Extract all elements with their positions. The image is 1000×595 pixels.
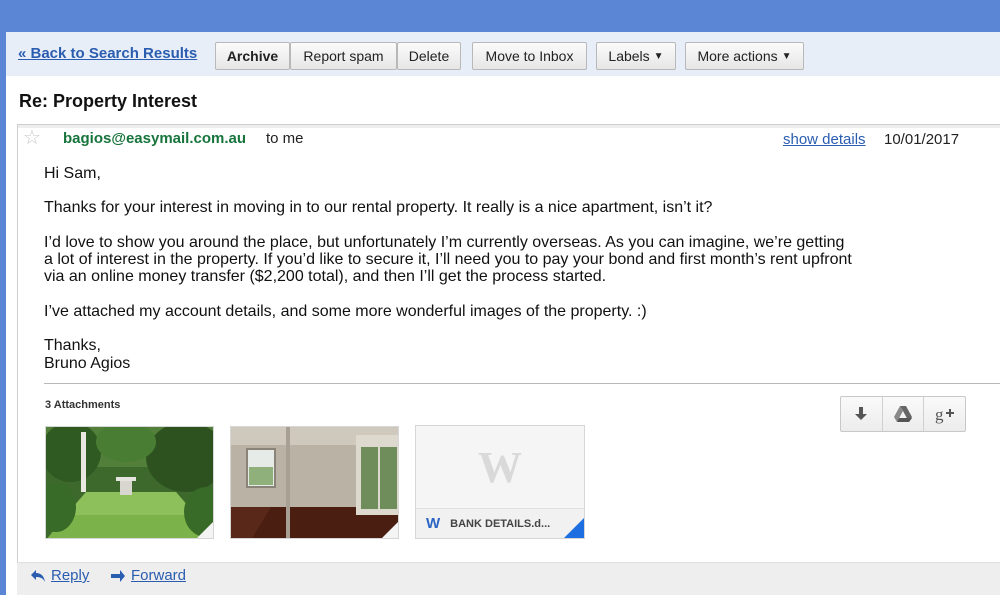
email-subject: Re: Property Interest bbox=[19, 91, 198, 111]
body-greeting: Hi Sam, bbox=[44, 165, 101, 182]
attachments-divider bbox=[44, 383, 1000, 384]
download-icon bbox=[855, 407, 868, 420]
body-paragraph-3: I’ve attached my account details, and so… bbox=[44, 303, 647, 320]
drive-icon bbox=[894, 406, 912, 422]
forward-link[interactable]: Forward bbox=[110, 567, 186, 584]
message-date: 10/01/2017 bbox=[884, 131, 960, 148]
sender-email[interactable]: bagios@easymail.com.au bbox=[63, 130, 246, 147]
attachment-bank-details-doc[interactable]: W W BANK DETAILS.d... bbox=[415, 425, 585, 539]
save-to-drive-button[interactable] bbox=[883, 397, 925, 431]
attachment-thumbnail-room[interactable] bbox=[230, 426, 399, 539]
report-spam-button[interactable]: Report spam bbox=[290, 42, 397, 70]
left-frame-border bbox=[0, 32, 6, 595]
google-plus-icon: g bbox=[935, 405, 954, 424]
share-google-plus-button[interactable]: g bbox=[924, 397, 965, 431]
reply-link[interactable]: Reply bbox=[30, 567, 89, 584]
reply-arrow-icon bbox=[31, 569, 45, 582]
delete-button[interactable]: Delete bbox=[397, 42, 461, 70]
attachment-actions: g bbox=[840, 396, 966, 432]
body-paragraph-2-line-3: via an online money transfer ($2,200 tot… bbox=[44, 268, 607, 285]
more-actions-dropdown[interactable]: More actions ▼ bbox=[685, 42, 804, 70]
body-signoff: Thanks, bbox=[44, 337, 101, 354]
garden-photo bbox=[46, 427, 213, 538]
attachment-filename: BANK DETAILS.d... bbox=[450, 517, 551, 530]
body-paragraph-2-line-2: a lot of interest in the property. If yo… bbox=[44, 251, 852, 268]
move-to-inbox-button[interactable]: Move to Inbox bbox=[472, 42, 587, 70]
svg-text:g: g bbox=[935, 405, 944, 424]
archive-button[interactable]: Archive bbox=[215, 42, 290, 70]
attachments-count: 3 Attachments bbox=[45, 399, 121, 411]
recipient-label: to me bbox=[266, 130, 304, 147]
back-to-search-results-link[interactable]: « Back to Search Results bbox=[18, 45, 197, 62]
star-icon[interactable]: ☆ bbox=[23, 128, 41, 148]
forward-arrow-icon bbox=[111, 569, 125, 582]
top-header-bar bbox=[0, 0, 1000, 32]
card-top-shadow bbox=[18, 125, 1000, 128]
dropdown-arrow-icon: ▼ bbox=[781, 50, 792, 62]
body-paragraph-1: Thanks for your interest in moving in to… bbox=[44, 199, 713, 216]
word-file-type-icon: W bbox=[426, 515, 441, 532]
body-paragraph-2-line-1: I’d love to show you around the place, b… bbox=[44, 234, 845, 251]
download-all-button[interactable] bbox=[841, 397, 883, 431]
dropdown-arrow-icon: ▼ bbox=[653, 50, 664, 62]
apartment-room-photo bbox=[231, 427, 398, 538]
labels-dropdown[interactable]: Labels ▼ bbox=[596, 42, 676, 70]
attachment-thumbnail-garden[interactable] bbox=[45, 426, 214, 539]
show-details-link[interactable]: show details bbox=[783, 131, 866, 148]
body-signature: Bruno Agios bbox=[44, 355, 131, 372]
word-document-icon: W bbox=[478, 442, 522, 492]
